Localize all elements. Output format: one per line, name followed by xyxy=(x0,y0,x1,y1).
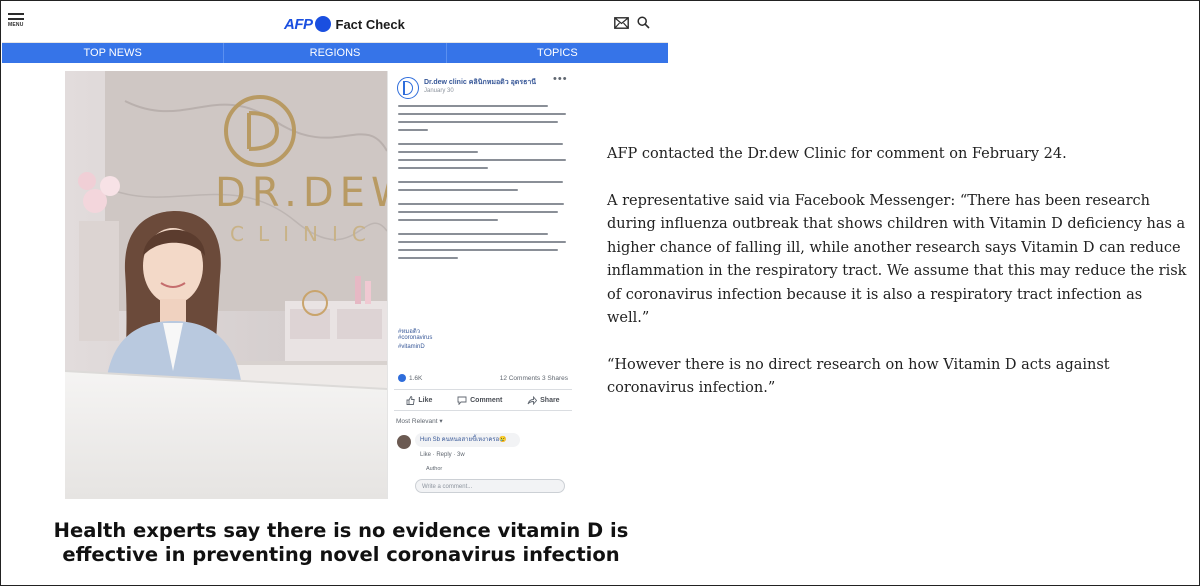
article-paragraph: A representative said via Facebook Messe… xyxy=(607,192,1187,327)
write-comment-input[interactable]: Write a comment... xyxy=(415,479,565,493)
thumbs-up-icon xyxy=(406,395,416,405)
comment-icon xyxy=(457,396,467,405)
menu-label: MENU xyxy=(8,22,24,28)
post-body xyxy=(398,105,568,265)
more-options-icon[interactable]: ••• xyxy=(553,73,568,85)
afp-logo-dot-icon xyxy=(314,16,331,32)
clinic-sign-text: DR.DEW xyxy=(215,170,387,216)
menu-button[interactable]: MENU xyxy=(8,13,24,28)
image-caption: Health experts say there is no evidence … xyxy=(31,519,651,567)
comment-share-counts[interactable]: 12 Comments 3 Shares xyxy=(500,375,568,382)
caption-line: Health experts say there is no evidence … xyxy=(53,519,629,542)
share-label: Share xyxy=(540,396,560,404)
screenshot-frame: MENU AFP Fact Check TOP NEWS REGIONS TOP… xyxy=(0,0,1200,586)
post-text-line xyxy=(398,249,558,251)
hamburger-icon xyxy=(8,13,24,15)
post-text-line xyxy=(398,233,548,235)
share-button[interactable]: Share xyxy=(527,395,560,405)
like-label: Like xyxy=(418,396,433,404)
site-header: MENU AFP Fact Check xyxy=(2,2,668,43)
post-text-line xyxy=(398,257,458,259)
post-text-line xyxy=(398,203,564,205)
hamburger-icon-bar xyxy=(8,18,24,20)
header-icons xyxy=(614,16,650,34)
afp-fact-check-logo[interactable]: AFP Fact Check xyxy=(284,14,405,34)
post-text-line xyxy=(398,105,548,107)
comment-label: Comment xyxy=(470,396,503,404)
comment-button[interactable]: Comment xyxy=(457,396,502,405)
post-text-line xyxy=(398,159,566,161)
post-text-line xyxy=(398,167,488,169)
commenter-avatar[interactable] xyxy=(397,435,411,449)
reaction-count: 1.6K xyxy=(409,374,423,382)
post-text-line xyxy=(398,219,498,221)
like-button[interactable]: Like xyxy=(406,395,433,405)
article-paragraph: “However there is no direct research on … xyxy=(607,356,1110,397)
like-reaction-icon xyxy=(398,374,406,382)
post-text-line xyxy=(398,181,563,183)
clinic-photo-illustration: DR.DEW CLINIC xyxy=(65,71,387,499)
post-text-line xyxy=(398,189,518,191)
comment-actions[interactable]: Like · Reply · 3w xyxy=(420,452,465,458)
post-text-line xyxy=(398,121,558,123)
afp-logo-text: AFP xyxy=(284,15,313,33)
author-reply[interactable]: Author xyxy=(426,466,442,472)
caption-line: effective in preventing novel coronaviru… xyxy=(62,543,620,566)
tab-regions[interactable]: REGIONS xyxy=(224,43,447,63)
hashtag[interactable]: #vitaminD xyxy=(398,344,425,350)
article-body: AFP contacted the Dr.dew Clinic for comm… xyxy=(607,143,1187,424)
comment-bubble[interactable]: Hun Sb คนหนอสายขี้เหงาครอ😢 xyxy=(415,433,520,447)
post-text-line xyxy=(398,211,558,213)
section-nav: TOP NEWS REGIONS TOPICS xyxy=(2,43,668,63)
post-actions: Like Comment Share xyxy=(394,389,572,411)
post-date[interactable]: January 30 xyxy=(424,88,454,94)
page-avatar[interactable] xyxy=(397,77,419,99)
fact-check-title: Fact Check xyxy=(335,16,405,32)
tab-top-news[interactable]: TOP NEWS xyxy=(2,43,225,63)
search-icon[interactable] xyxy=(637,16,650,34)
post-text-line xyxy=(398,129,428,131)
clinic-sign-subtext: CLINIC xyxy=(230,222,380,246)
comment-sort-dropdown[interactable]: Most Relevant ▾ xyxy=(396,417,443,425)
facebook-post: Dr.dew clinic คลินิกหมอดิว อุดรธานี Janu… xyxy=(387,71,578,499)
post-text-line xyxy=(398,143,563,145)
tab-topics[interactable]: TOPICS xyxy=(447,43,668,63)
hashtag[interactable]: #coronavirus xyxy=(398,335,432,341)
post-text-line xyxy=(398,113,566,115)
reaction-summary[interactable]: 1.6K xyxy=(398,374,422,382)
clinic-photo: DR.DEW CLINIC xyxy=(65,71,387,499)
article-paragraph: AFP contacted the Dr.dew Clinic for comm… xyxy=(607,146,1067,162)
post-text-line xyxy=(398,151,478,153)
page-name[interactable]: Dr.dew clinic คลินิกหมอดิว อุดรธานี xyxy=(424,77,536,88)
post-text-line xyxy=(398,241,566,243)
mail-icon[interactable] xyxy=(614,16,629,34)
share-icon xyxy=(527,395,538,405)
